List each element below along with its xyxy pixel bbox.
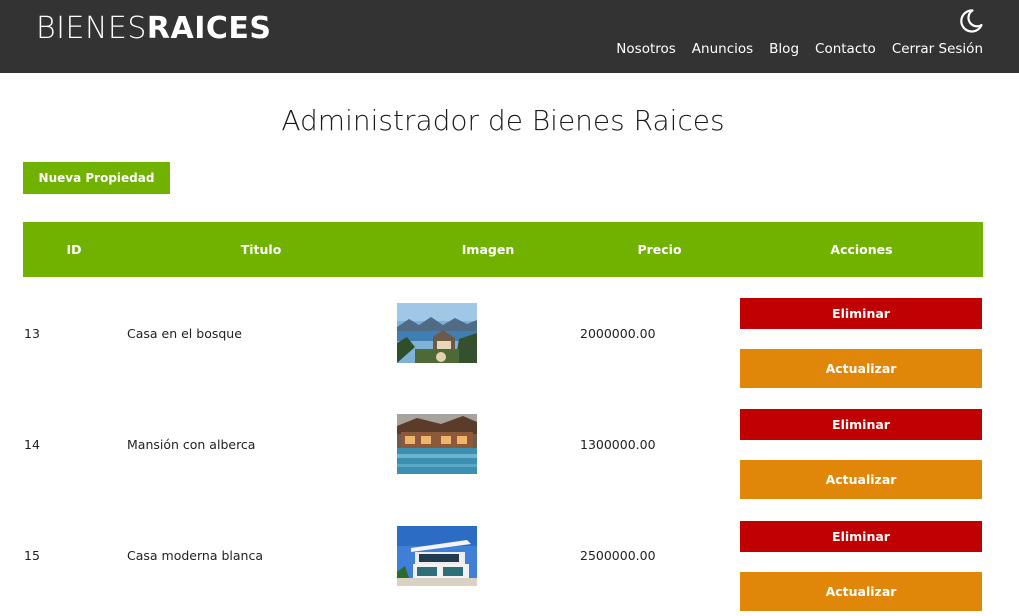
new-property-button[interactable]: Nueva Propiedad [23,162,170,194]
nav-blog[interactable]: Blog [769,41,799,57]
table-row: 14 Mansión con alberca 1300000.00 Elimin… [23,402,983,513]
column-header-id: ID [66,242,82,257]
nav-cerrar-sesion[interactable]: Cerrar Sesión [892,41,983,57]
row-price: 2500000.00 [580,548,656,563]
nav-anuncios[interactable]: Anuncios [692,41,753,57]
column-header-image: Imagen [461,242,515,257]
table-row: 15 Casa moderna blanca 2500000.00 Elimin… [23,513,983,616]
row-price: 2000000.00 [580,326,656,341]
logo-light-text: BIENES [36,11,147,46]
row-id: 15 [24,548,40,563]
row-title: Casa en el bosque [127,326,242,341]
row-price: 1300000.00 [580,437,656,452]
main-nav: Nosotros Anuncios Blog Contacto Cerrar S… [616,41,983,57]
delete-button[interactable]: Eliminar [740,409,982,440]
forest-house-thumbnail [397,303,477,363]
update-button[interactable]: Actualizar [740,349,982,388]
row-title: Mansión con alberca [127,437,256,452]
site-header: BIENESRAICES Nosotros Anuncios Blog Cont… [0,0,1019,73]
row-id: 14 [24,437,40,452]
update-button[interactable]: Actualizar [740,572,982,611]
row-id: 13 [24,326,40,341]
pool-mansion-thumbnail [397,414,477,474]
column-header-price: Precio [637,242,682,257]
update-button[interactable]: Actualizar [740,460,982,499]
table-row: 13 Casa en el bosque 2000000.00 Eliminar… [23,291,983,402]
column-header-actions: Acciones [830,242,893,257]
column-header-title: Titulo [240,242,282,257]
site-logo[interactable]: BIENESRAICES [36,11,272,46]
logo-bold-text: RAICES [146,11,272,46]
nav-nosotros[interactable]: Nosotros [616,41,676,57]
table-header: ID Titulo Imagen Precio Acciones [23,222,983,277]
moon-icon[interactable] [958,8,984,34]
row-title: Casa moderna blanca [127,548,263,563]
nav-contacto[interactable]: Contacto [815,41,876,57]
delete-button[interactable]: Eliminar [740,298,982,329]
page-title: Administrador de Bienes Raices [281,104,725,137]
modern-white-house-thumbnail [397,526,477,586]
delete-button[interactable]: Eliminar [740,521,982,552]
